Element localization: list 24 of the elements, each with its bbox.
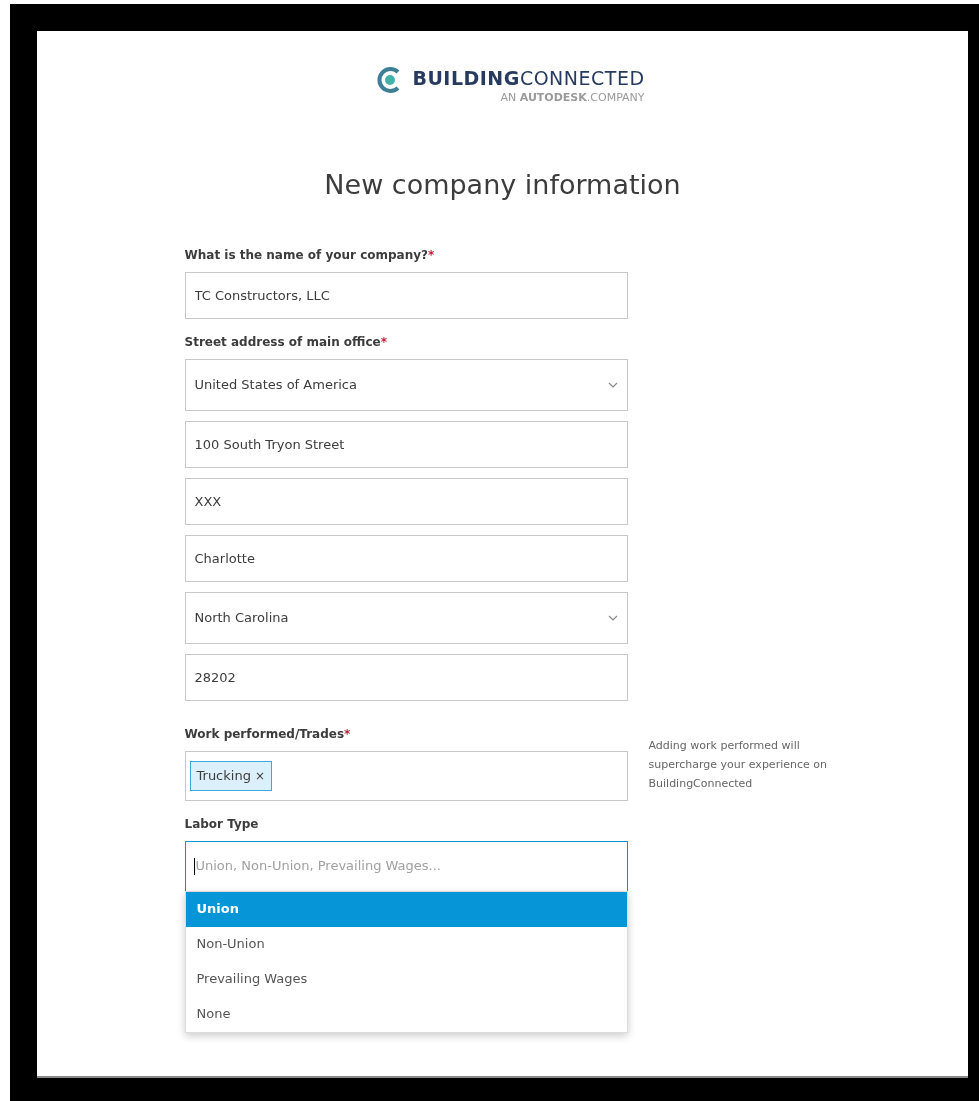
tags-field[interactable]: Trucking × <box>184 750 628 801</box>
select-field[interactable]: North Carolina <box>184 591 628 644</box>
remove-tag-button[interactable]: × <box>254 766 265 785</box>
field-label: Work performed/Trades* <box>184 725 352 743</box>
chevron-down-icon <box>607 381 618 388</box>
select-field[interactable]: United States of America <box>184 358 628 411</box>
field-label: Labor Type <box>184 815 260 833</box>
page-heading: New company information <box>324 168 681 202</box>
dropdown-option[interactable]: None <box>185 996 627 1032</box>
text-field[interactable]: TC Constructors, LLC <box>184 271 628 319</box>
dropdown-option[interactable]: Non-Union <box>185 926 627 962</box>
logo-wordmark: BUILDINGCONNECTED <box>412 66 645 91</box>
logo-tagline: AN AUTODESK.COMPANY <box>500 91 645 105</box>
text-field[interactable]: 100 South Tryon Street <box>184 420 628 468</box>
chevron-down-icon <box>607 614 618 621</box>
helper-text: Adding work performed will supercharge your experience on BuildingConnected <box>648 737 828 792</box>
dropdown-option[interactable]: Prevailing Wages <box>185 961 627 997</box>
field-label: What is the name of your company?* <box>184 246 436 264</box>
text-field[interactable]: 28202 <box>184 653 628 701</box>
tag-label: Trucking <box>196 766 251 785</box>
text-field[interactable]: Charlotte <box>184 534 628 582</box>
field-label: Street address of main office* <box>184 333 389 351</box>
placeholder-text: Union, Non-Union, Prevailing Wages... <box>195 857 441 876</box>
text-field[interactable]: XXX <box>184 477 628 525</box>
